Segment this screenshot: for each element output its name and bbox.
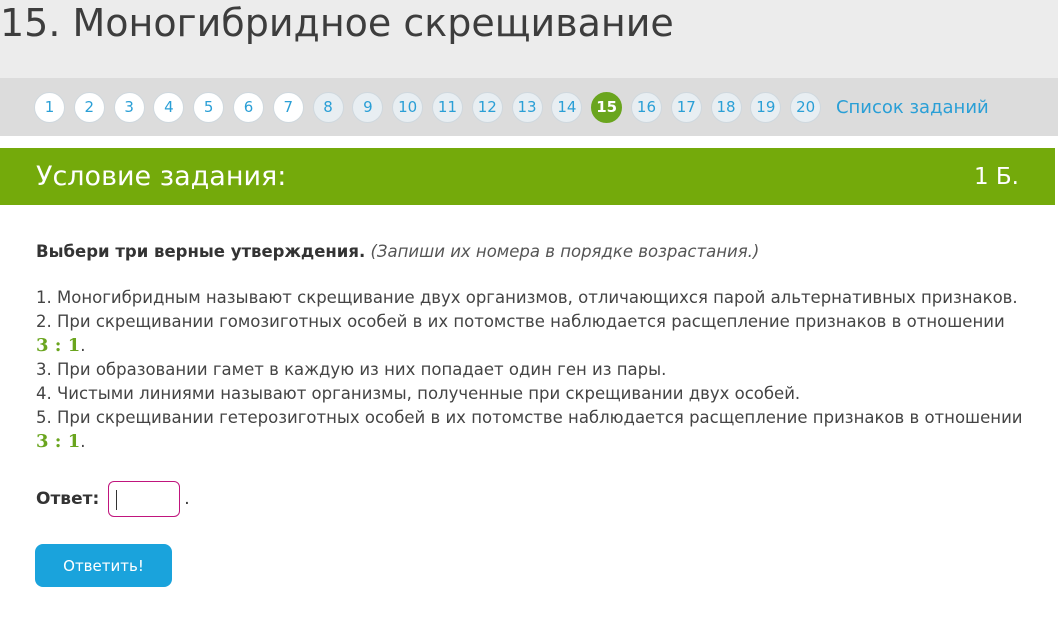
task-navigation: 1 2 3 4 5 6 7 8 9 10 11 12 13 14 15 16 1… bbox=[0, 78, 1058, 136]
nav-task-14[interactable]: 14 bbox=[551, 91, 583, 123]
statement-1: 1. Моногибридным называют скрещивание дв… bbox=[36, 288, 1018, 307]
nav-task-2[interactable]: 2 bbox=[73, 91, 105, 123]
nav-task-4[interactable]: 4 bbox=[153, 91, 185, 123]
nav-task-10[interactable]: 10 bbox=[392, 91, 424, 123]
nav-task-18[interactable]: 18 bbox=[710, 91, 742, 123]
instruction-italic: (Запиши их номера в порядке возрастания.… bbox=[370, 242, 760, 261]
statement-4: 4. Чистыми линиями называют организмы, п… bbox=[36, 384, 801, 403]
nav-task-1[interactable]: 1 bbox=[34, 91, 65, 123]
answer-label: Ответ: bbox=[36, 489, 100, 509]
statement-2: 2. При скрещивании гомозиготных особей в… bbox=[36, 312, 1005, 331]
statement-5: 5. При скрещивании гетерозиготных особей… bbox=[36, 408, 1023, 427]
nav-task-6[interactable]: 6 bbox=[232, 91, 264, 123]
statement-3: 3. При образовании гамет в каждую из них… bbox=[36, 360, 667, 379]
task-content: Выбери три верные утверждения. (Запиши и… bbox=[36, 238, 1036, 454]
answer-suffix: . bbox=[184, 489, 190, 509]
nav-task-5[interactable]: 5 bbox=[193, 91, 225, 123]
instruction: Выбери три верные утверждения. (Запиши и… bbox=[36, 238, 1036, 266]
nav-task-11[interactable]: 11 bbox=[431, 91, 463, 123]
submit-button[interactable]: Ответить! bbox=[35, 544, 172, 587]
score-badge: 1 Б. bbox=[973, 163, 1019, 190]
nav-task-15-current[interactable]: 15 bbox=[591, 91, 623, 123]
nav-task-12[interactable]: 12 bbox=[471, 91, 503, 123]
nav-task-9[interactable]: 9 bbox=[352, 91, 384, 123]
statements-list: 1. Моногибридным называют скрещивание дв… bbox=[36, 286, 1036, 454]
nav-task-13[interactable]: 13 bbox=[511, 91, 543, 123]
nav-task-20[interactable]: 20 bbox=[790, 91, 822, 123]
instruction-bold: Выбери три верные утверждения. bbox=[36, 242, 366, 261]
nav-task-19[interactable]: 19 bbox=[750, 91, 782, 123]
nav-task-7[interactable]: 7 bbox=[272, 91, 304, 123]
text-caret bbox=[116, 490, 118, 510]
nav-task-8[interactable]: 8 bbox=[312, 91, 344, 123]
task-list-link[interactable]: Список заданий bbox=[836, 97, 989, 118]
answer-input[interactable] bbox=[108, 481, 181, 517]
page-title: 15. Моногибридное скрещивание bbox=[0, 0, 1058, 78]
ratio-formula: 3 : 1 bbox=[36, 431, 81, 452]
condition-header: Условие задания: 1 Б. bbox=[0, 148, 1055, 205]
statement-2-ratio-line: 3 : 1. bbox=[36, 335, 86, 356]
nav-task-16[interactable]: 16 bbox=[630, 91, 662, 123]
nav-task-3[interactable]: 3 bbox=[113, 91, 145, 123]
ratio-formula: 3 : 1 bbox=[36, 335, 81, 356]
statement-5-ratio-line: 3 : 1. bbox=[36, 431, 86, 452]
nav-task-17[interactable]: 17 bbox=[670, 91, 702, 123]
condition-title: Условие задания: bbox=[36, 161, 287, 192]
answer-row: Ответ: . bbox=[36, 481, 190, 517]
